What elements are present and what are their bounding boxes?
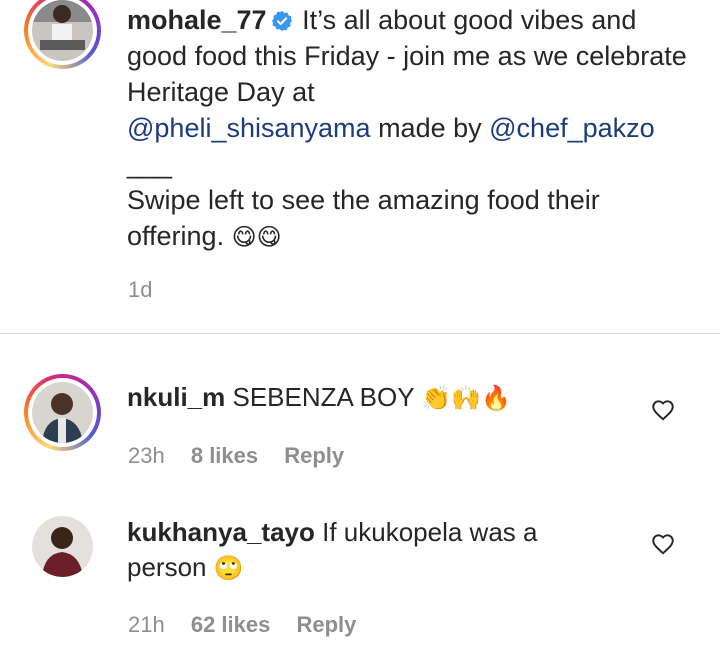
mention-chef-pakzo[interactable]: @chef_pakzo [489,113,655,143]
comment-body: kukhanya_tayo If ukukopela was a person … [127,515,577,586]
caption-emojis: 😋😋 [231,223,282,251]
comment-username[interactable]: kukhanya_tayo [127,517,315,547]
comment-time: 21h [128,612,165,637]
like-heart-icon[interactable] [650,531,676,557]
caption-username[interactable]: mohale_77 [127,5,267,35]
comment-text: SEBENZA BOY [232,382,415,412]
comment-time: 23h [128,443,165,468]
comment-username[interactable]: nkuli_m [127,382,225,412]
comment-emojis: 👏🙌🔥 [421,384,511,412]
reply-button[interactable]: Reply [284,443,344,468]
caption-separator: ___ [127,149,173,179]
verified-badge-icon [271,10,292,32]
reply-button[interactable]: Reply [296,612,356,637]
comment-avatar[interactable] [32,516,93,577]
avatar-photo [32,516,93,577]
comment-meta: 23h 8 likes Reply [128,443,364,469]
avatar-photo [32,0,93,61]
divider [0,333,720,334]
caption: mohale_77 It’s all about good vibes and … [127,2,697,255]
caption-meta: 1d [128,277,172,303]
comment-likes[interactable]: 62 likes [191,612,271,637]
avatar-photo [32,382,93,443]
comment-likes[interactable]: 8 likes [191,443,258,468]
comment-emojis: 🙄 [213,554,244,582]
caption-text-3: Swipe left to see the amazing food their… [127,185,600,251]
caption-text-2: made by [378,113,482,143]
comment-body: nkuli_m SEBENZA BOY 👏🙌🔥 [127,380,577,416]
mention-pheli-shisanyama[interactable]: @pheli_shisanyama [127,113,371,143]
caption-timestamp: 1d [128,277,153,302]
comment-meta: 21h 62 likes Reply [128,612,376,638]
like-heart-icon[interactable] [650,397,676,423]
